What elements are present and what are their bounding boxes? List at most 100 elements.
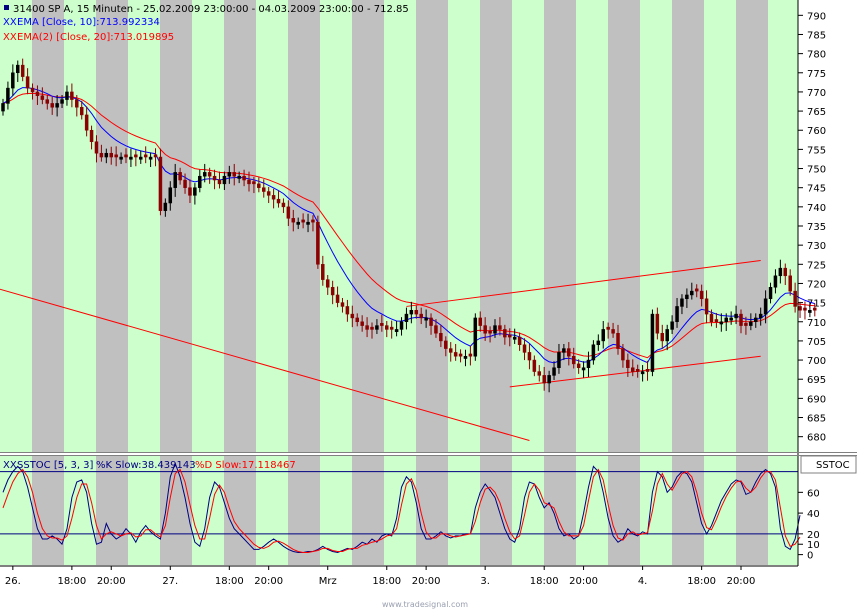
candle-body (464, 356, 467, 358)
candle-body (11, 73, 14, 88)
ema-slow-label: EMA(2) [Close, 20]:713.019895 (17, 32, 174, 43)
candle-body (651, 314, 654, 371)
time-tick-label: 18:00 (215, 576, 244, 587)
candle-body (754, 318, 757, 322)
candle-body (646, 369, 649, 371)
session-band-stoch (0, 456, 32, 565)
candle-body (371, 327, 374, 329)
time-tick-label: Mrz (319, 576, 337, 587)
price-tick-label: 745 (807, 184, 826, 195)
price-tick-label: 725 (807, 260, 826, 271)
session-band-stoch (480, 456, 512, 565)
session-band-stoch (640, 456, 672, 565)
watermark: www.tradesignal.com (382, 600, 468, 609)
price-tick-label: 695 (807, 375, 826, 386)
candle-body (326, 280, 329, 288)
ema-slow-marker[interactable]: XX (3, 32, 17, 43)
price-tick-label: 740 (807, 203, 826, 214)
candle-body (129, 157, 132, 159)
candle-body (248, 180, 251, 184)
price-tick-label: 700 (807, 356, 826, 367)
candle-body (626, 360, 629, 368)
candle-body (395, 329, 398, 331)
price-tick-label: 705 (807, 337, 826, 348)
candle-body (479, 318, 482, 326)
time-tick-label: 27. (162, 576, 178, 587)
candle-body (577, 364, 580, 368)
candle-body (449, 349, 452, 353)
session-band-stoch (608, 456, 640, 565)
candle-body (666, 329, 669, 340)
candle-body (134, 155, 137, 157)
candle-body (415, 310, 418, 314)
candle-body (238, 176, 241, 178)
session-band-price (352, 0, 384, 452)
time-tick-label: 20:00 (254, 576, 283, 587)
candle-body (366, 326, 369, 330)
candle-body (671, 322, 674, 330)
candle-body (700, 291, 703, 299)
candle-body (252, 182, 255, 184)
candle-body (31, 88, 34, 92)
candle-body (336, 295, 339, 303)
candle-body (243, 176, 246, 180)
candle-body (513, 337, 516, 339)
candle-body (282, 203, 285, 207)
candle-body (572, 356, 575, 364)
candle-body (65, 92, 68, 100)
candle-body (287, 207, 290, 218)
candle-body (351, 314, 354, 318)
candle-body (95, 142, 98, 153)
candle-body (380, 323, 383, 325)
price-tick-label: 790 (807, 11, 826, 22)
session-band-price (96, 0, 128, 452)
time-tick-label: 20:00 (569, 576, 598, 587)
candle-body (56, 103, 59, 107)
candle-body (538, 372, 541, 376)
candle-body (553, 368, 556, 376)
candle-body (311, 220, 314, 222)
time-tick-label: 20:00 (97, 576, 126, 587)
stoch-tick-label: 0 (807, 551, 813, 562)
candle-body (759, 314, 762, 318)
candle-body (184, 180, 187, 188)
candle-body (51, 103, 54, 107)
candle-body (115, 155, 118, 157)
session-band-price (64, 0, 96, 452)
candle-body (149, 157, 152, 159)
candle-body (110, 153, 113, 157)
price-tick-label: 680 (807, 433, 826, 444)
time-tick-label: 3. (480, 576, 490, 587)
session-band-stoch (224, 456, 256, 565)
candle-body (685, 295, 688, 299)
candle-body (523, 345, 526, 353)
candle-body (277, 199, 280, 203)
candle-body (725, 318, 728, 322)
candle-body (799, 306, 802, 310)
session-band-price (32, 0, 64, 452)
candle-body (794, 291, 797, 306)
candle-body (262, 188, 265, 192)
candle-body (203, 172, 206, 176)
ema-fast-marker[interactable]: XX (3, 17, 17, 28)
candle-body (710, 314, 713, 322)
candle-body (784, 268, 787, 276)
candle-body (331, 287, 334, 295)
candle-body (769, 287, 772, 298)
candle-body (100, 153, 103, 157)
candle-body (459, 354, 462, 356)
candle-body (789, 276, 792, 291)
price-tick-label: 690 (807, 394, 826, 405)
session-band-price (608, 0, 640, 452)
candle-body (469, 354, 472, 356)
candle-body (316, 222, 319, 264)
candle-body (474, 318, 477, 356)
candle-body (533, 360, 536, 371)
session-band-price (736, 0, 768, 452)
candle-body (61, 100, 64, 104)
candle-body (90, 130, 93, 141)
stoch-tick-label: 40 (807, 509, 820, 520)
stoch-k-label: %K Slow:38.439143 (96, 460, 196, 471)
stoch-marker[interactable]: XX (3, 460, 17, 471)
session-band-price (0, 0, 32, 452)
